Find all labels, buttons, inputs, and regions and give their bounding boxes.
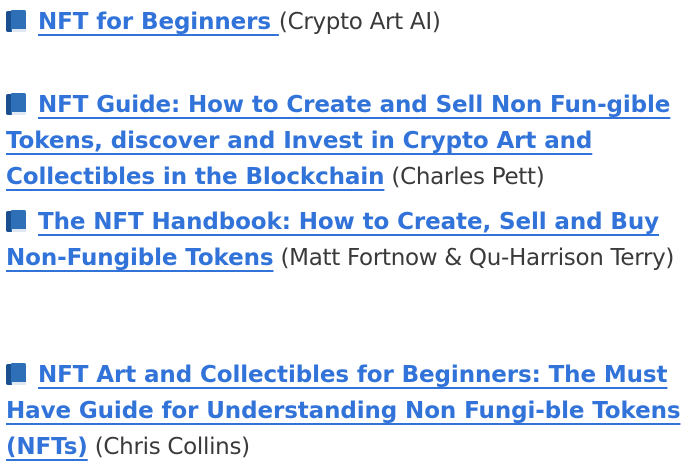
book-icon	[6, 93, 26, 115]
list-item: NFT Guide: How to Create and Sell Non Fu…	[6, 87, 681, 195]
book-icon	[6, 10, 26, 32]
book-author: (Chris Collins)	[94, 434, 250, 460]
book-author: (Matt Fortnow & Qu-Harrison Terry)	[280, 245, 675, 271]
book-icon	[6, 210, 26, 232]
book-icon	[6, 363, 26, 385]
book-link[interactable]: NFT Guide: How to Create and Sell Non Fu…	[6, 92, 670, 190]
list-item: NFT for Beginners (Crypto Art AI)	[6, 4, 681, 40]
book-author: (Charles Pett)	[391, 164, 545, 190]
book-author: (Crypto Art AI)	[278, 9, 441, 35]
list-item: NFT Art and Collectibles for Beginners: …	[6, 357, 681, 465]
book-link[interactable]: NFT for Beginners	[38, 9, 279, 35]
list-item: The NFT Handbook: How to Create, Sell an…	[6, 204, 681, 276]
